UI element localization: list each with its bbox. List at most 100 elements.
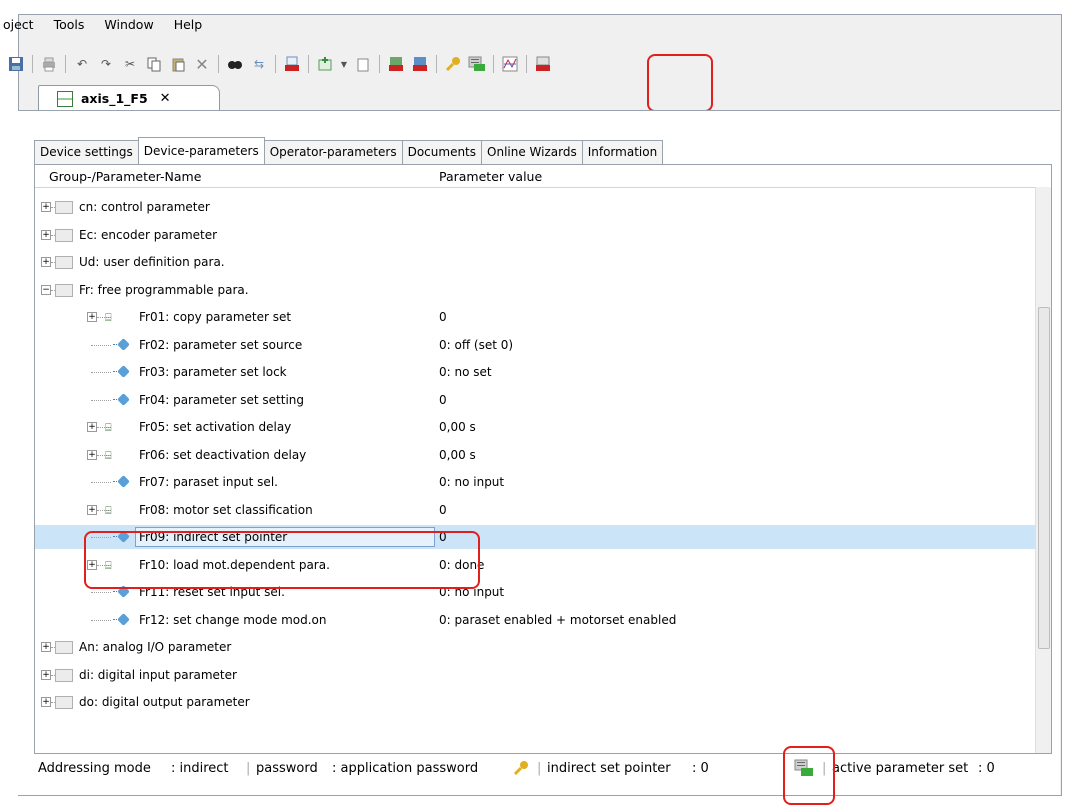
- parameter-array-icon: ⌸: [105, 421, 112, 434]
- tab-information[interactable]: Information: [581, 140, 664, 164]
- parameter-name: Fr12: set change mode mod.on: [139, 612, 327, 627]
- tab-device-settings[interactable]: Device settings: [34, 140, 139, 164]
- parameter-row[interactable]: Fr07: paraset input sel. 0: no input: [35, 470, 1036, 494]
- tab-operator-parameters[interactable]: Operator-parameters: [263, 140, 403, 164]
- menu-tools[interactable]: Tools: [44, 14, 95, 36]
- print-icon[interactable]: [40, 55, 58, 73]
- highlight-toolbar-parameter-set: [647, 54, 713, 112]
- expand-icon[interactable]: +: [87, 312, 97, 322]
- expand-icon[interactable]: +: [87, 422, 97, 432]
- chevron-down-icon[interactable]: ▼: [340, 55, 348, 73]
- vertical-scrollbar[interactable]: [1035, 187, 1051, 753]
- parameter-value[interactable]: 0: [439, 393, 447, 407]
- tree-group-row[interactable]: + Ec: encoder parameter: [35, 223, 1036, 247]
- expand-icon[interactable]: +: [41, 257, 51, 267]
- expand-icon[interactable]: +: [41, 697, 51, 707]
- parameter-name: Fr08: motor set classification: [139, 502, 313, 517]
- export-icon[interactable]: [354, 55, 372, 73]
- status-password-label: password: [256, 761, 318, 776]
- expand-icon[interactable]: +: [87, 504, 97, 515]
- folder-icon: [55, 256, 73, 269]
- copy-icon[interactable]: [145, 55, 163, 73]
- expand-icon[interactable]: +: [41, 202, 51, 212]
- column-header-value[interactable]: Parameter value: [439, 169, 542, 184]
- menu-help[interactable]: Help: [164, 14, 213, 36]
- parameter-value[interactable]: 0,00 s: [439, 420, 476, 434]
- parameter-row[interactable]: Fr12: set change mode mod.on 0: paraset e…: [35, 608, 1036, 632]
- parameter-name: Ec: encoder parameter: [79, 227, 218, 242]
- collapse-icon[interactable]: −: [41, 284, 51, 295]
- status-bar: Addressing mode : indirect | password : …: [34, 756, 1050, 786]
- tree-group-row[interactable]: + do: digital output parameter: [35, 690, 1036, 714]
- tree-group-row[interactable]: + Ud: user definition para.: [35, 250, 1036, 274]
- tree-group-row[interactable]: + di: digital input parameter: [35, 663, 1036, 687]
- document-tab[interactable]: axis_1_F5 ✕: [38, 85, 220, 111]
- parameter-icon: [113, 337, 130, 351]
- parameter-set-icon[interactable]: [468, 55, 486, 73]
- keb-device-icon[interactable]: [283, 55, 301, 73]
- delete-icon[interactable]: ✕: [193, 55, 211, 74]
- parameter-value[interactable]: 0: no input: [439, 475, 504, 489]
- parameter-row[interactable]: + ⌸ Fr05: set activation delay 0,00 s: [35, 415, 1036, 439]
- tree-group-row[interactable]: + cn: control parameter: [35, 195, 1036, 219]
- parameter-value[interactable]: 0: off (set 0): [439, 338, 513, 352]
- parameter-row[interactable]: + ⌸ Fr08: motor set classification 0: [35, 498, 1036, 522]
- parameter-row[interactable]: Fr02: parameter set source 0: off (set 0): [35, 333, 1036, 357]
- tab-online-wizards[interactable]: Online Wizards: [481, 140, 583, 164]
- keb-online-icon[interactable]: [411, 55, 429, 73]
- tab-device-parameters[interactable]: Device-parameters: [137, 137, 265, 163]
- parameter-value[interactable]: 0: [439, 503, 447, 517]
- scope-chart-icon[interactable]: [501, 55, 519, 73]
- password-key-icon[interactable]: [444, 55, 462, 73]
- column-header-name[interactable]: Group-/Parameter-Name: [49, 169, 201, 184]
- toolbar-separator: [275, 55, 276, 73]
- status-password-value: : application password: [332, 761, 479, 776]
- parameter-value[interactable]: 0,00 s: [439, 448, 476, 462]
- toolbar-separator: [526, 55, 527, 73]
- expand-icon[interactable]: +: [41, 642, 51, 652]
- parameter-row[interactable]: Fr04: parameter set setting 0: [35, 388, 1036, 412]
- parameter-row[interactable]: + ⌸ Fr01: copy parameter set 0: [35, 305, 1036, 329]
- parameter-value[interactable]: 0: no set: [439, 365, 492, 379]
- paste-icon[interactable]: [169, 55, 187, 73]
- find-icon[interactable]: [226, 55, 244, 73]
- toolbar-separator: [493, 55, 494, 73]
- tab-documents[interactable]: Documents: [401, 140, 483, 164]
- folder-icon: [55, 641, 73, 654]
- parameter-row[interactable]: Fr03: parameter set lock 0: no set: [35, 360, 1036, 384]
- redo-icon[interactable]: ↷: [97, 55, 115, 73]
- folder-icon: [55, 201, 73, 214]
- expand-icon[interactable]: +: [41, 669, 51, 680]
- close-icon[interactable]: ✕: [160, 91, 171, 106]
- expand-icon[interactable]: +: [87, 449, 97, 460]
- parameter-name: di: digital input parameter: [79, 667, 237, 682]
- undo-icon[interactable]: ↶: [73, 55, 91, 73]
- add-device-icon[interactable]: [316, 55, 334, 73]
- parameter-row[interactable]: + ⌸ Fr06: set deactivation delay 0,00 s: [35, 443, 1036, 467]
- tree-connector: [91, 344, 111, 346]
- parameter-name: Fr07: paraset input sel.: [139, 475, 278, 489]
- keb-connect-icon[interactable]: [387, 55, 405, 73]
- highlight-fr09-row: [84, 531, 480, 589]
- replace-icon[interactable]: ⇆: [250, 55, 268, 73]
- parameter-value[interactable]: 0: [439, 310, 447, 324]
- toolbar-separator: [65, 55, 66, 73]
- menu-project[interactable]: oject: [0, 14, 44, 36]
- folder-icon: [55, 283, 73, 297]
- folder-icon: [55, 696, 73, 709]
- status-addressing-label: Addressing mode: [38, 761, 151, 776]
- keb-compare-icon[interactable]: [534, 55, 552, 73]
- cut-icon[interactable]: ✂: [121, 55, 139, 73]
- expand-icon[interactable]: +: [41, 229, 51, 240]
- parameter-name: Fr03: parameter set lock: [139, 365, 287, 379]
- status-divider: |: [537, 761, 542, 776]
- parameter-value[interactable]: 0: paraset enabled + motorset enabled: [439, 613, 676, 627]
- tree-group-row[interactable]: − Fr: free programmable para.: [35, 278, 1036, 302]
- save-icon[interactable]: [7, 55, 25, 73]
- menu-window[interactable]: Window: [94, 14, 163, 36]
- parameter-name: do: digital output parameter: [79, 695, 250, 709]
- tree-connector: [91, 372, 111, 373]
- tree-group-row[interactable]: + An: analog I/O parameter: [35, 635, 1036, 659]
- menu-bar: oject Tools Window Help: [0, 14, 212, 36]
- scrollbar-thumb[interactable]: [1038, 307, 1050, 649]
